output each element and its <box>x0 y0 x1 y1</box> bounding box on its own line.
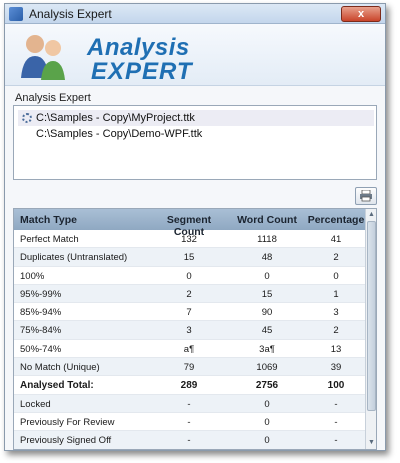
cell-match-type: 75%-84% <box>20 325 62 337</box>
printer-icon <box>360 190 372 202</box>
cell-words: 90 <box>261 307 273 319</box>
cell-words: 0 <box>264 435 270 447</box>
header-match-type[interactable]: Match Type <box>20 214 77 226</box>
cell-segments: 289 <box>180 380 198 392</box>
table-row[interactable]: 95%-99% 2 15 1 <box>14 284 366 304</box>
cell-percentage: 41 <box>330 234 342 245</box>
cell-match-type: Perfect Match <box>20 234 79 245</box>
scroll-thumb[interactable] <box>367 221 376 411</box>
cell-segments: 2 <box>186 288 192 300</box>
cell-words: 15 <box>261 288 273 300</box>
cell-percentage: 39 <box>330 362 342 374</box>
cell-match-type: Locked <box>20 398 51 410</box>
cell-match-type: 100% <box>20 270 45 282</box>
cell-segments: 79 <box>183 362 195 374</box>
window-title: Analysis Expert <box>29 7 112 21</box>
analysis-expert-window: Analysis Expert x Analysis EXPERT Analys… <box>4 3 386 451</box>
cell-segments: 0 <box>186 270 192 282</box>
cell-percentage: 3 <box>333 307 339 319</box>
table-body: Perfect Match 132 1118 41 Duplicates (Untra… <box>14 230 366 449</box>
scroll-down-icon[interactable]: ▼ <box>367 438 376 448</box>
project-path: C:\Samples - Copy\Demo-WPF.ttk <box>36 128 203 140</box>
cell-percentage: 100 <box>327 380 345 392</box>
cell-words: 0 <box>264 398 270 410</box>
project-item[interactable]: C:\Samples - Copy\Demo-WPF.ttk <box>18 126 374 142</box>
cell-match-type: 50%-74% <box>20 343 62 355</box>
print-button[interactable] <box>355 187 377 205</box>
cell-segments: 7 <box>186 307 192 319</box>
cell-words: 0 <box>264 416 270 428</box>
cell-percentage: - <box>334 435 338 447</box>
table-row[interactable]: Duplicates (Untranslated) 15 48 2 <box>14 248 366 267</box>
cell-words: 3a¶ <box>259 343 275 355</box>
cell-match-type: No Match (Unique) <box>20 362 100 374</box>
table-row[interactable]: Previously Signed Off - 0 - <box>14 431 366 449</box>
scroll-up-icon[interactable]: ▲ <box>367 210 376 220</box>
cell-words: 2756 <box>255 380 279 392</box>
header-percentage[interactable]: Percentage <box>306 214 366 226</box>
close-button[interactable]: x <box>341 6 381 22</box>
cell-percentage: 2 <box>333 252 339 264</box>
cell-segments: 15 <box>183 252 195 264</box>
cell-segments: 132 <box>181 234 197 245</box>
cell-segments: - <box>187 398 191 410</box>
title-bar: Analysis Expert x <box>5 4 385 24</box>
table-scrollbar[interactable]: ▲ ▼ <box>365 209 376 449</box>
cell-percentage: 13 <box>330 343 342 355</box>
table-row-analysed-total[interactable]: Analysed Total: 289 2756 100 <box>14 376 366 395</box>
cell-segments: - <box>187 435 191 447</box>
cell-words: 48 <box>261 252 273 264</box>
table-row[interactable]: Previously For Review - 0 - <box>14 413 366 432</box>
cell-percentage: 1 <box>333 288 339 300</box>
app-icon <box>9 7 23 21</box>
cell-percentage: - <box>334 398 338 410</box>
banner: Analysis EXPERT <box>5 24 385 86</box>
table-row[interactable]: 100% 0 0 0 <box>14 267 366 285</box>
cell-words: 0 <box>264 270 270 282</box>
cell-segments: a¶ <box>183 343 195 355</box>
cell-match-type: Previously Signed Off <box>20 435 112 447</box>
analysis-table: Match Type Segment Count Word Count Perc… <box>13 208 377 450</box>
project-item[interactable]: C:\Samples - Copy\MyProject.ttk <box>18 110 374 126</box>
cell-match-type: Previously For Review <box>20 416 115 428</box>
cell-match-type: 95%-99% <box>20 288 62 300</box>
loading-spinner-icon <box>22 113 32 123</box>
section-label: Analysis Expert <box>15 92 91 104</box>
cell-match-type: Duplicates (Untranslated) <box>20 252 128 264</box>
cell-percentage: 2 <box>333 325 339 337</box>
cell-segments: - <box>187 416 191 428</box>
banner-subtitle: EXPERT <box>91 58 193 85</box>
cell-segments: 3 <box>186 325 192 337</box>
cell-words: 1118 <box>257 234 277 245</box>
cell-match-type: Analysed Total: <box>20 380 94 392</box>
table-row[interactable]: 50%-74% a¶ 3a¶ 13 <box>14 340 366 359</box>
table-row[interactable]: 85%-94% 7 90 3 <box>14 303 366 322</box>
cell-percentage: - <box>334 416 338 428</box>
cell-words: 1069 <box>256 362 278 374</box>
table-header: Match Type Segment Count Word Count Perc… <box>14 209 366 238</box>
table-row[interactable]: No Match (Unique) 79 1069 39 <box>14 358 366 377</box>
cell-percentage: 0 <box>333 270 339 282</box>
header-word-count[interactable]: Word Count <box>232 214 302 226</box>
table-row[interactable]: Perfect Match 132 1118 41 <box>14 230 366 249</box>
cell-match-type: 85%-94% <box>20 307 62 319</box>
table-row[interactable]: 75%-84% 3 45 2 <box>14 321 366 340</box>
cell-words: 45 <box>261 325 273 337</box>
table-row[interactable]: Locked - 0 - <box>14 394 366 413</box>
people-icon <box>21 35 65 80</box>
project-list[interactable]: C:\Samples - Copy\MyProject.ttk C:\Sampl… <box>13 105 377 180</box>
project-path: C:\Samples - Copy\MyProject.ttk <box>36 112 195 124</box>
